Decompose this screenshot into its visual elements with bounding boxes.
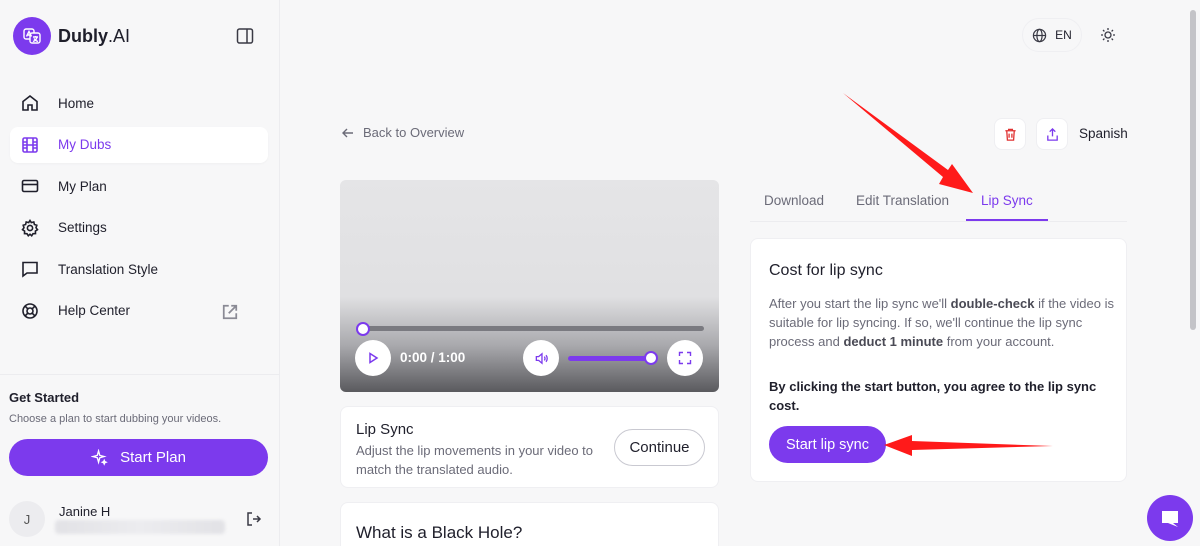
start-plan-button[interactable]: Start Plan — [9, 439, 268, 476]
delete-button[interactable] — [994, 118, 1026, 150]
user-profile: J Janine H — [9, 498, 269, 540]
target-language[interactable]: Spanish — [1079, 126, 1128, 141]
sidebar-item-help-center[interactable]: Help Center — [10, 293, 268, 329]
brand-name: Dubly.AI — [58, 25, 131, 46]
sidebar-item-label: Settings — [58, 220, 107, 235]
tab-bar: Download Edit Translation Lip Sync — [750, 180, 1127, 222]
avatar[interactable]: J — [9, 501, 45, 537]
get-started-title: Get Started — [9, 390, 80, 405]
volume-icon — [535, 351, 548, 365]
get-started-description: Choose a plan to start dubbing your vide… — [9, 413, 222, 425]
cost-card: Cost for lip sync After you start the li… — [750, 238, 1127, 482]
volume-slider-track[interactable] — [568, 356, 652, 361]
lipsync-card-title: Lip Sync — [356, 421, 414, 438]
trash-icon — [1004, 128, 1016, 141]
sidebar-divider — [0, 374, 280, 375]
video-progress-thumb[interactable] — [356, 322, 370, 336]
logout-icon[interactable] — [245, 510, 263, 528]
logo-icon — [13, 17, 51, 55]
sidebar-item-label: My Dubs — [58, 137, 112, 152]
sidebar-item-translation-style[interactable]: Translation Style — [10, 251, 268, 287]
sidebar-nav: Home My Dubs My Plan Settings Translatio… — [10, 85, 268, 334]
fullscreen-button[interactable] — [667, 340, 703, 376]
volume-button[interactable] — [523, 340, 559, 376]
gear-icon — [21, 218, 39, 237]
sun-icon — [1101, 28, 1115, 42]
home-icon — [22, 94, 38, 111]
arrow-left-icon — [342, 128, 353, 137]
cost-agreement-text: By clicking the start button, you agree … — [769, 379, 1097, 413]
credit-card-icon — [21, 179, 39, 193]
language-code: EN — [1055, 28, 1072, 42]
share-icon — [1046, 127, 1058, 141]
user-name: Janine H — [59, 504, 111, 519]
theme-toggle[interactable] — [1092, 18, 1124, 52]
continue-button[interactable]: Continue — [614, 429, 705, 466]
sidebar-item-label: Home — [58, 95, 95, 111]
start-plan-label: Start Plan — [120, 449, 186, 466]
play-button[interactable] — [355, 340, 391, 376]
sparkles-icon — [91, 449, 108, 466]
lifebuoy-icon — [22, 302, 38, 319]
video-time: 0:00 / 1:00 — [400, 350, 466, 365]
volume-slider-thumb[interactable] — [644, 351, 658, 365]
sidebar: Dubly.AI Home My Dubs My Plan Settings T… — [0, 0, 280, 546]
fullscreen-icon — [678, 351, 692, 365]
video-player[interactable]: 0:00 / 1:00 — [340, 180, 719, 392]
language-switcher[interactable]: EN — [1022, 18, 1082, 52]
sidebar-item-my-plan[interactable]: My Plan — [10, 168, 268, 204]
page-scrollbar[interactable] — [1190, 10, 1196, 330]
active-tab-indicator — [966, 219, 1048, 221]
cost-card-title: Cost for lip sync — [769, 262, 883, 279]
message-square-icon — [22, 261, 38, 278]
lipsync-card-description: Adjust the lip movements in your video t… — [356, 443, 594, 477]
sidebar-toggle-icon[interactable] — [235, 26, 255, 46]
sidebar-item-label: Translation Style — [58, 261, 159, 277]
tab-lip-sync[interactable]: Lip Sync — [981, 193, 1033, 208]
sidebar-item-settings[interactable]: Settings — [10, 210, 268, 246]
chat-support-button[interactable] — [1147, 495, 1193, 541]
lipsync-card: Lip Sync Adjust the lip movements in you… — [340, 406, 719, 488]
sidebar-item-label: Help Center — [58, 303, 131, 318]
cost-card-description: After you start the lip sync we'll doubl… — [769, 296, 1114, 349]
video-title-card: What is a Black Hole? — [340, 502, 719, 546]
sidebar-item-my-dubs[interactable]: My Dubs — [10, 126, 268, 163]
back-link-label: Back to Overview — [363, 125, 465, 140]
sidebar-item-label: My Plan — [58, 178, 107, 194]
sidebar-item-home[interactable]: Home — [10, 85, 268, 121]
video-title: What is a Black Hole? — [356, 523, 523, 542]
back-to-overview-link[interactable]: Back to Overview — [341, 125, 464, 140]
film-icon — [22, 136, 38, 153]
play-icon — [369, 352, 379, 364]
tab-download[interactable]: Download — [764, 193, 824, 208]
logo[interactable]: Dubly.AI — [13, 17, 130, 55]
arrow-to-lip-sync-tab — [843, 93, 973, 193]
export-button[interactable] — [1036, 118, 1068, 150]
chat-icon — [1162, 511, 1178, 527]
user-email-redacted — [55, 520, 225, 534]
external-link-icon — [222, 304, 238, 319]
start-lip-sync-button[interactable]: Start lip sync — [769, 426, 886, 463]
video-progress-track[interactable] — [363, 326, 704, 331]
globe-icon — [1032, 28, 1047, 42]
tab-edit-translation[interactable]: Edit Translation — [856, 193, 949, 208]
